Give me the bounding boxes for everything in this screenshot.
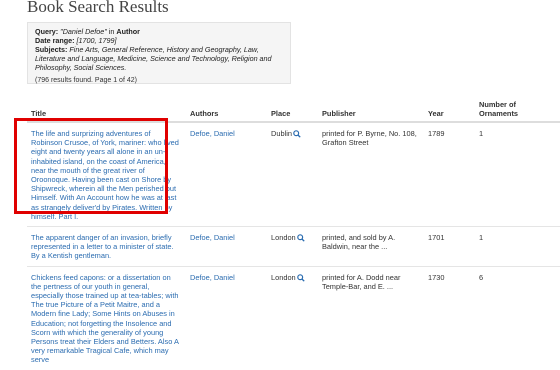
column-header-place[interactable]: Place [267,96,318,123]
table-row: The apparent danger of an invasion, brie… [27,226,560,267]
query-value: "Daniel Defoe" [60,27,107,36]
page-title: Book Search Results [27,0,169,16]
query-field: Author [116,27,140,36]
subjects-value: Fine Arts, General Reference, History an… [35,45,272,72]
author-link[interactable]: Defoe, Daniel [190,273,235,282]
query-summary-box: Query: "Daniel Defoe" in Author Date ran… [27,22,291,84]
results-count: (796 results found. Page 1 of 42) [35,77,137,84]
table-header-row: Title Authors Place Publisher Year Numbe… [27,96,560,123]
place-text: Dublin [271,129,292,138]
column-header-publisher[interactable]: Publisher [318,96,424,123]
book-title-link[interactable]: The life and surprizing adventures of Ro… [31,129,179,221]
date-range-value: [1700, 1799] [76,36,117,45]
column-header-ornaments[interactable]: Number of Ornaments [475,96,560,123]
table-row: The life and surprizing adventures of Ro… [27,121,560,227]
ornaments-count: 1 [479,129,484,138]
subjects-line: Subjects: Fine Arts, General Reference, … [35,45,283,72]
book-title-link[interactable]: The apparent danger of an invasion, brie… [31,233,174,260]
book-title-link[interactable]: Chickens feed capons: or a dissertation … [31,273,179,365]
year-text: 1701 [428,233,445,243]
publisher-text: printed for A. Dodd near Temple-Bar, and… [322,272,401,291]
publisher-text: printed, and sold by A. Baldwin, near th… [322,233,396,252]
year-text: 1730 [428,272,445,282]
date-range-label: Date range: [35,36,75,45]
query-label: Query: [35,27,59,36]
ornaments-count: 6 [479,272,484,282]
subjects-label: Subjects: [35,45,68,54]
table-row: Chickens feed capons: or a dissertation … [27,265,560,370]
publisher-text: printed for P. Byrne, No. 108, Grafton S… [322,129,417,148]
author-link[interactable]: Defoe, Daniel [190,129,235,138]
place-text: London [271,272,296,282]
search-icon[interactable] [293,130,301,138]
column-header-year[interactable]: Year [424,96,475,123]
search-icon[interactable] [296,234,305,242]
date-range-line: Date range: [1700, 1799] [35,36,283,45]
author-link[interactable]: Defoe, Daniel [190,233,235,242]
place-text: London [271,233,296,243]
year-text: 1789 [428,129,445,138]
column-header-authors[interactable]: Authors [186,96,267,123]
query-in-text: in [106,27,117,36]
query-line: Query: "Daniel Defoe" in Author [35,27,283,36]
ornaments-count: 1 [479,233,484,243]
search-icon[interactable] [296,273,305,282]
results-table: Title Authors Place Publisher Year Numbe… [27,96,560,370]
column-header-title[interactable]: Title [27,96,186,123]
